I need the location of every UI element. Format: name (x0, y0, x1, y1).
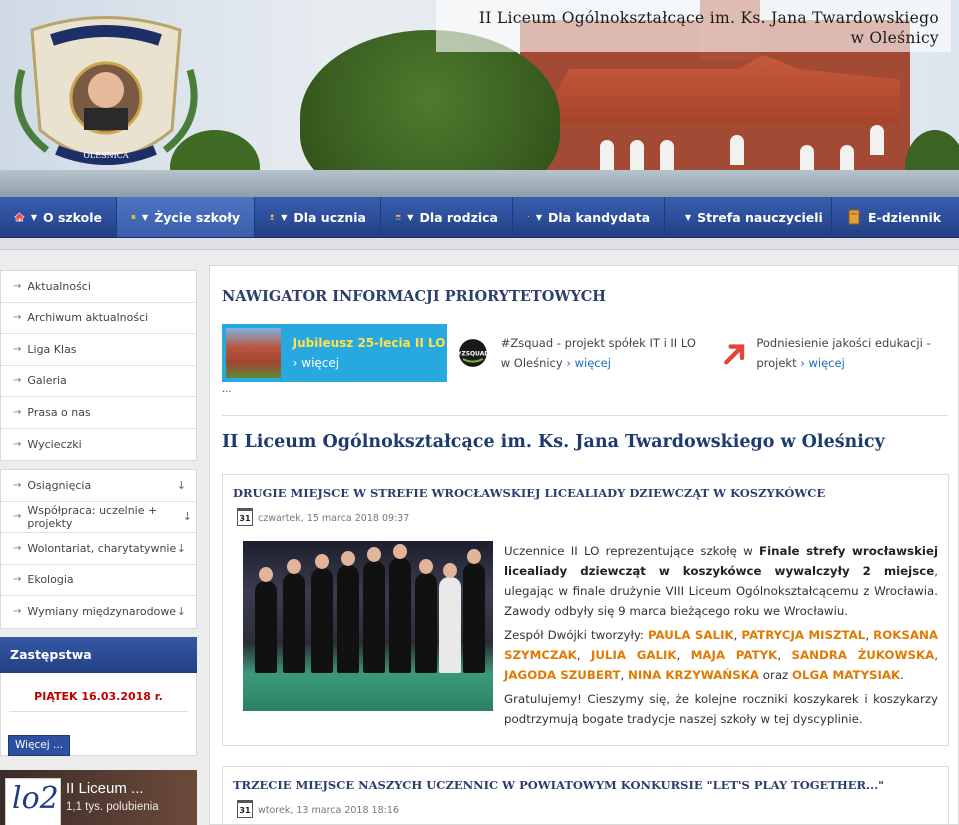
main-content: NAWIGATOR INFORMACJI PRIORYTETOWYCH Jubi… (209, 265, 959, 825)
priority-jubileusz[interactable]: Jubileusz 25-lecia II LO › więcej (222, 324, 447, 382)
svg-text:#ZSQUAD: #ZSQUAD (456, 351, 489, 358)
sidebar-menu-activities: → Osiągnięcia ↓ → Współpraca: uczelnie + pr… (0, 469, 197, 629)
page: OLEŚNICA II Liceum Ogólnokształcące im. … (0, 0, 959, 825)
zastepstwa-date[interactable]: PIĄTEK 16.03.2018 r. (1, 673, 196, 703)
arrow-down-icon[interactable]: ↓ (177, 479, 186, 492)
nav-zycie-szkoly[interactable]: ▼ Życie szkoły (117, 197, 255, 237)
sidebar-item-aktualnosci[interactable]: → Aktualności (1, 271, 196, 303)
navigator-title: NAWIGATOR INFORMACJI PRIORYTETOWYCH (222, 288, 606, 305)
header-banner: OLEŚNICA II Liceum Ogólnokształcące im. … (0, 0, 959, 197)
arrow-right-icon: → (13, 406, 22, 418)
jubileusz-thumbnail (226, 328, 281, 378)
priority-ellipsis: ... (222, 384, 232, 395)
school-fb-logo: lo2 (5, 778, 61, 825)
calendar-icon: 31 (237, 800, 253, 818)
site-title: II Liceum Ogólnokształcące im. Ks. Jana … (436, 0, 951, 52)
article-title[interactable]: TRZECIE MIEJSCE NASZYCH UCZENNIC W POWIA… (233, 778, 884, 792)
svg-text:OLEŚNICA: OLEŚNICA (83, 151, 128, 160)
arrow-right-icon: → (13, 511, 22, 523)
nav-dla-kandydata[interactable]: ▼ Dla kandydata (513, 197, 665, 237)
arrow-right-icon: → (13, 479, 22, 491)
sidebar-item-galeria[interactable]: → Galeria (1, 366, 196, 397)
school-crest-logo[interactable]: OLEŚNICA (12, 10, 200, 178)
basketball-team-photo[interactable] (243, 541, 493, 711)
article-date: wtorek, 13 marca 2018 18:16 (258, 805, 399, 816)
zastepstwa-panel: PIĄTEK 16.03.2018 r. Więcej ... (0, 672, 197, 756)
arrow-down-icon[interactable]: ↓ (177, 542, 186, 555)
arrow-right-icon: → (13, 343, 22, 355)
article-card: DRUGIE MIEJSCE W STREFIE WROCŁAWSKIEJ LI… (222, 474, 949, 746)
zastepstwa-more-button[interactable]: Więcej ... (8, 734, 71, 756)
nav-dla-ucznia[interactable]: ▼ Dla ucznia (255, 197, 381, 237)
site-title-line2: w Oleśnicy (850, 29, 939, 47)
sidebar: → Aktualności → Archiwum aktualności → Liga… (0, 270, 197, 825)
priority-more-link[interactable]: › więcej (800, 356, 845, 370)
sidebar-item-osiagniecia[interactable]: → Osiągnięcia ↓ (1, 470, 196, 502)
notebook-icon (131, 214, 136, 220)
sidebar-item-wymiany[interactable]: → Wymiany międzynarodowe ↓ (1, 596, 196, 628)
sidebar-menu-news: → Aktualności → Archiwum aktualności → Liga… (0, 270, 197, 461)
nav-dla-rodzica[interactable]: ▼ Dla rodzica (381, 197, 513, 237)
page-title: II Liceum Ogólnokształcące im. Ks. Jana … (222, 432, 885, 452)
sidebar-item-wolontariat[interactable]: → Wolontariat, charytatywnie ↓ (1, 533, 196, 565)
nav-e-dziennik[interactable]: E-dziennik (832, 197, 959, 237)
arrow-down-icon[interactable]: ↓ (183, 510, 192, 523)
article-title[interactable]: DRUGIE MIEJSCE W STREFIE WROCŁAWSKIEJ LI… (233, 486, 825, 500)
fb-likes-count: 1,1 tys. polubienia (66, 801, 159, 813)
arrow-right-icon: → (13, 606, 22, 618)
parents-icon (395, 214, 402, 220)
priority-jakosc-edukacji[interactable]: Podniesienie jakości edukacji - projekt … (722, 324, 947, 382)
arrow-right-icon: → (13, 312, 22, 324)
sidebar-item-wspolpraca[interactable]: → Współpraca: uczelnie + projekty ↓ (1, 502, 196, 533)
priority-more-link[interactable]: › więcej (566, 356, 611, 370)
zsquad-logo-icon: #ZSQUAD (456, 339, 489, 367)
nav-o-szkole[interactable]: ▼ O szkole (0, 197, 117, 237)
arrow-right-icon: → (13, 574, 22, 586)
main-navigation: ▼ O szkole ▼ Życie szkoły ▼ Dla ucznia ▼… (0, 197, 959, 238)
sidebar-item-liga-klas[interactable]: → Liga Klas (1, 334, 196, 366)
calendar-icon: 31 (237, 508, 253, 526)
facebook-page-widget[interactable]: lo2 II Liceum ... 1,1 tys. polubienia (0, 770, 197, 825)
arrow-down-icon[interactable]: ↓ (177, 605, 186, 618)
article-body: Uczennice II LO reprezentujące szkołę w … (504, 544, 939, 726)
sidebar-item-ekologia[interactable]: → Ekologia (1, 565, 196, 596)
journal-icon (848, 209, 860, 225)
priority-more-link[interactable]: › więcej (293, 356, 339, 370)
sidebar-item-archiwum[interactable]: → Archiwum aktualności (1, 303, 196, 334)
arrow-right-icon: → (13, 375, 22, 387)
arrow-right-icon: → (13, 280, 22, 292)
sidebar-item-wycieczki[interactable]: → Wycieczki (1, 429, 196, 461)
priority-zsquad[interactable]: #ZSQUAD #Zsquad - projekt spółek IT i II… (455, 324, 705, 382)
nav-shadow-bar (0, 238, 959, 250)
nav-strefa-nauczycieli[interactable]: ▼ Strefa nauczycieli (665, 197, 832, 237)
article-card: TRZECIE MIEJSCE NASZYCH UCZENNIC W POWIA… (222, 766, 949, 824)
candidate-icon (527, 215, 530, 219)
arrow-up-right-icon (724, 344, 745, 365)
fb-page-name[interactable]: II Liceum ... (66, 780, 144, 797)
student-icon (269, 214, 275, 220)
home-icon (14, 212, 25, 222)
zastepstwa-header: Zastępstwa (0, 636, 197, 673)
site-title-line1: II Liceum Ogólnokształcące im. Ks. Jana … (478, 9, 939, 27)
article-date: czwartek, 15 marca 2018 09:37 (258, 513, 410, 524)
sidebar-item-prasa[interactable]: → Prasa o nas (1, 397, 196, 429)
arrow-right-icon: → (13, 542, 22, 554)
arrow-right-icon: → (13, 438, 22, 450)
